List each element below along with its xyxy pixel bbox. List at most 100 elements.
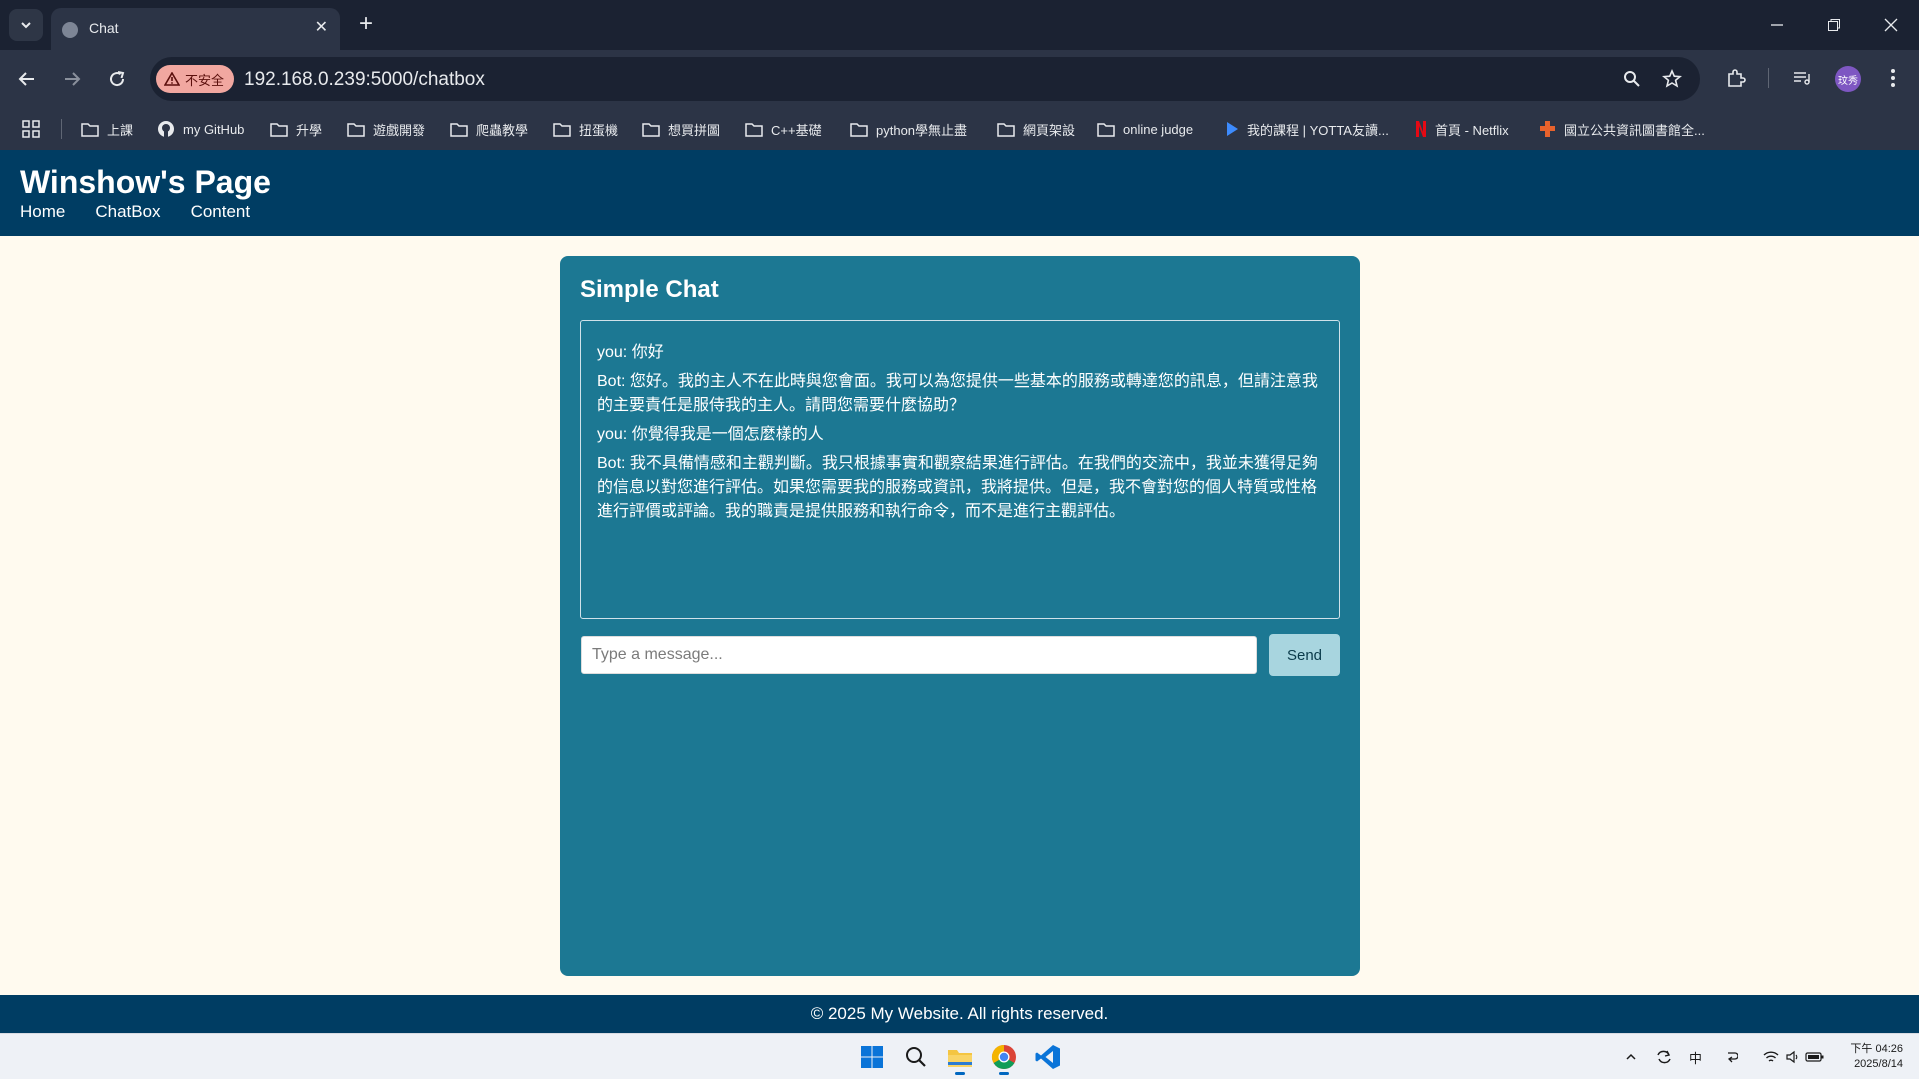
battery-icon bbox=[1805, 1052, 1824, 1062]
zoom-button[interactable] bbox=[1620, 67, 1644, 91]
nav-link-home[interactable]: Home bbox=[20, 202, 65, 222]
address-bar[interactable]: 不安全 192.168.0.239:5000/chatbox bbox=[150, 57, 1700, 101]
new-tab-button[interactable]: + bbox=[352, 11, 380, 39]
vscode-taskbar-button[interactable] bbox=[1031, 1040, 1065, 1074]
chat-title: Simple Chat bbox=[580, 276, 719, 303]
reload-icon bbox=[110, 71, 125, 87]
chat-message: Bot: 我不具備情感和主觀判斷。我只根據事實和觀察結果進行評估。在我們的交流中… bbox=[597, 455, 1318, 520]
folder-icon bbox=[347, 122, 365, 137]
chrome-icon bbox=[991, 1045, 1016, 1070]
forward-button[interactable] bbox=[56, 63, 88, 95]
folder-icon bbox=[270, 122, 288, 137]
arrow-left-icon bbox=[18, 72, 34, 86]
site-header: Winshow's Page Home ChatBox Content bbox=[0, 150, 1919, 236]
folder-icon bbox=[450, 122, 468, 137]
github-icon bbox=[158, 121, 174, 137]
restore-button[interactable] bbox=[1819, 10, 1849, 40]
chrome-taskbar-button[interactable] bbox=[987, 1040, 1021, 1075]
bookmark-item[interactable]: 我的課程 | YOTTA友讀... bbox=[1225, 108, 1389, 150]
bookmark-label: 國立公共資訊圖書館全... bbox=[1564, 122, 1705, 138]
globe-icon bbox=[62, 22, 78, 38]
bookmark-label: C++基礎 bbox=[771, 122, 822, 138]
bookmark-item[interactable]: 扭蛋機 bbox=[553, 108, 618, 150]
bookmark-label: online judge bbox=[1123, 121, 1194, 137]
apps-button[interactable] bbox=[22, 108, 48, 150]
folder-icon bbox=[948, 1050, 972, 1067]
minimize-icon bbox=[1771, 24, 1783, 26]
security-chip[interactable]: 不安全 bbox=[156, 65, 234, 93]
browser-menu-button[interactable] bbox=[1879, 64, 1907, 92]
bookmark-item[interactable]: C++基礎 bbox=[745, 108, 822, 150]
extensions-button[interactable] bbox=[1722, 64, 1750, 92]
chat-history[interactable]: you: 你好 Bot: 您好。我的主人不在此時與您會面。我可以為您提供一些基本… bbox=[580, 320, 1340, 619]
bookmark-label: my GitHub bbox=[183, 121, 245, 137]
chat-message: you: 你好 bbox=[597, 344, 664, 361]
browser-toolbar: 不安全 192.168.0.239:5000/chatbox 玟秀 bbox=[0, 50, 1919, 108]
footer-text: © 2025 My Website. All rights reserved. bbox=[810, 1004, 1109, 1023]
bookmark-item[interactable]: 升學 bbox=[270, 108, 322, 150]
bookmark-item[interactable]: 遊戲開發 bbox=[347, 108, 425, 150]
site-footer: © 2025 My Website. All rights reserved. bbox=[0, 995, 1919, 1033]
bookmark-label: 首頁 - Netflix bbox=[1435, 122, 1509, 138]
bookmark-item[interactable]: 上課 bbox=[81, 108, 133, 150]
profile-avatar[interactable]: 玟秀 bbox=[1835, 66, 1861, 92]
media-control-button[interactable] bbox=[1788, 64, 1816, 92]
apps-grid-icon bbox=[22, 120, 40, 138]
reload-button[interactable] bbox=[101, 63, 133, 95]
tray-overflow-button[interactable] bbox=[1625, 1034, 1637, 1079]
bookmark-item[interactable]: 首頁 - Netflix bbox=[1415, 108, 1509, 150]
bookmark-item[interactable]: 國立公共資訊圖書館全... bbox=[1538, 108, 1705, 150]
chat-message: Bot: 您好。我的主人不在此時與您會面。我可以為您提供一些基本的服務或轉達您的… bbox=[597, 373, 1318, 414]
wifi-icon bbox=[1763, 1051, 1779, 1062]
bookmark-label: 我的課程 | YOTTA友讀... bbox=[1247, 122, 1389, 138]
bookmark-label: 上課 bbox=[107, 122, 134, 138]
tab-search-button[interactable] bbox=[9, 9, 43, 41]
bookmarks-bar: 上課 my GitHub 升學 遊戲開發 爬蟲教學 扭蛋機 想買拼圖 C++基礎 python學… bbox=[0, 108, 1919, 150]
chevron-up-icon bbox=[1626, 1053, 1636, 1060]
close-icon bbox=[1884, 18, 1898, 32]
back-button[interactable] bbox=[11, 63, 43, 95]
netflix-icon bbox=[1416, 121, 1426, 137]
search-icon bbox=[906, 1047, 926, 1067]
input-mode-button[interactable] bbox=[1726, 1034, 1738, 1079]
bookmark-item[interactable]: python學無止盡 bbox=[850, 108, 967, 150]
sync-tray-button[interactable] bbox=[1655, 1034, 1673, 1079]
bookmark-item[interactable]: online judge bbox=[1097, 108, 1193, 150]
chat-message: you: 你覺得我是一個怎麼樣的人 bbox=[597, 426, 824, 443]
close-window-button[interactable] bbox=[1876, 10, 1906, 40]
folder-icon bbox=[642, 122, 660, 137]
file-explorer-button[interactable] bbox=[943, 1040, 977, 1075]
system-clock[interactable]: 下午 04:26 2025/8/14 bbox=[1850, 1042, 1903, 1072]
bookmark-label: 想買拼圖 bbox=[668, 122, 721, 138]
folder-icon bbox=[997, 122, 1015, 137]
start-button[interactable] bbox=[855, 1040, 889, 1074]
bookmark-star-button[interactable] bbox=[1660, 67, 1684, 91]
bookmark-item[interactable]: 爬蟲教學 bbox=[450, 108, 528, 150]
send-button[interactable]: Send bbox=[1269, 634, 1340, 676]
bookmark-item[interactable]: 網頁架設 bbox=[997, 108, 1075, 150]
ime-indicator[interactable]: 中 bbox=[1689, 1034, 1702, 1079]
network-volume-battery-button[interactable] bbox=[1763, 1034, 1825, 1079]
nav-link-chatbox[interactable]: ChatBox bbox=[95, 202, 160, 222]
browser-tab[interactable]: Chat ✕ bbox=[51, 8, 340, 50]
message-input[interactable] bbox=[581, 636, 1257, 674]
security-label: 不安全 bbox=[185, 72, 225, 88]
taskbar-search-button[interactable] bbox=[899, 1040, 933, 1074]
close-tab-icon[interactable]: ✕ bbox=[315, 18, 328, 38]
windows-logo-icon bbox=[861, 1046, 883, 1068]
url-text[interactable]: 192.168.0.239:5000/chatbox bbox=[244, 69, 485, 91]
speaker-icon bbox=[1786, 1050, 1798, 1064]
bookmark-label: python學無止盡 bbox=[876, 122, 968, 138]
bookmark-item[interactable]: my GitHub bbox=[157, 108, 244, 150]
puzzle-icon bbox=[1728, 69, 1746, 87]
minimize-button[interactable] bbox=[1762, 10, 1792, 40]
folder-icon bbox=[745, 122, 763, 137]
site-nav: Home ChatBox Content bbox=[20, 202, 250, 222]
magnifier-icon bbox=[1624, 71, 1640, 87]
bookmark-item[interactable]: 想買拼圖 bbox=[642, 108, 720, 150]
nav-link-content[interactable]: Content bbox=[191, 202, 251, 222]
chat-panel: Simple Chat you: 你好 Bot: 您好。我的主人不在此時與您會面… bbox=[560, 256, 1360, 976]
folder-icon bbox=[850, 122, 868, 137]
bookmark-label: 網頁架設 bbox=[1023, 122, 1076, 138]
toolbar-divider bbox=[1768, 68, 1769, 88]
